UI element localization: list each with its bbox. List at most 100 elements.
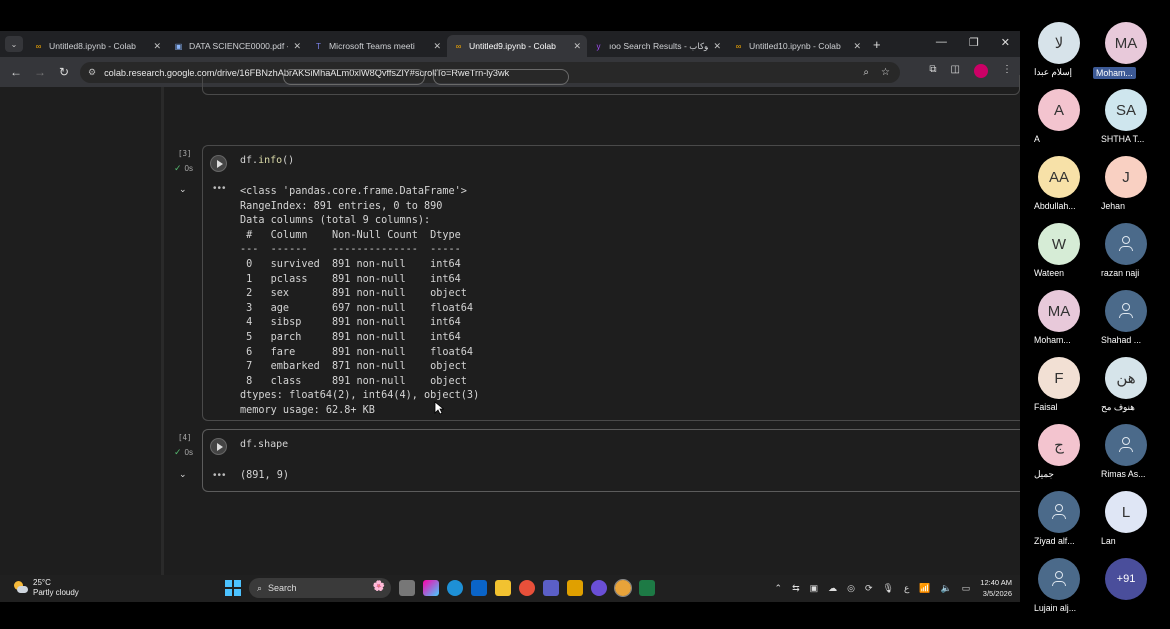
language-indicator[interactable]: ع — [904, 583, 909, 594]
app-icon[interactable] — [591, 580, 607, 596]
weather-desc: Partly cloudy — [33, 588, 79, 597]
teams-icon: T — [316, 41, 321, 51]
file-explorer-icon[interactable] — [495, 580, 511, 596]
cell-code[interactable]: df.info() — [240, 155, 294, 166]
minimize-icon[interactable]: — — [936, 36, 947, 49]
view-recommended-plots-button[interactable] — [433, 69, 569, 85]
browser-tab[interactable]: T Microsoft Teams meeti ✕ — [307, 35, 447, 57]
browser-tab[interactable]: ∞ Untitled10.ipynb - Colab ✕ — [727, 35, 867, 57]
restore-icon[interactable]: ❐ — [969, 36, 979, 49]
participant-tile[interactable]: لا إسلام عبدا — [1024, 22, 1094, 78]
run-cell-button[interactable] — [210, 155, 227, 172]
participant-name: Rimas As... — [1101, 469, 1146, 479]
outlook-icon[interactable] — [471, 580, 487, 596]
edge-icon[interactable] — [447, 580, 463, 596]
avatar: AA — [1038, 156, 1080, 198]
participant-tile[interactable]: ج جميل — [1024, 424, 1094, 480]
tray-app-icon[interactable]: ⟳ — [865, 583, 873, 594]
participant-name: Moham... — [1034, 335, 1071, 345]
participant-tile[interactable]: razan naji — [1091, 223, 1161, 278]
avatar: SA — [1105, 89, 1147, 131]
participant-tile[interactable]: MA Moham... — [1091, 22, 1161, 84]
task-view-icon[interactable] — [399, 580, 415, 596]
participant-name: SHTHA T... — [1101, 134, 1145, 144]
participant-tile[interactable]: AA — [1024, 89, 1094, 144]
close-tab-icon[interactable]: ✕ — [293, 41, 301, 52]
windows-taskbar: 25°C Partly cloudy ⌕ Search 🌸 ⌃ ⇆ ▣ ☁ ◎ … — [0, 575, 1020, 602]
chevron-down-icon[interactable]: ⌄ — [179, 184, 187, 195]
tab-search-button[interactable]: ⌄ — [5, 36, 23, 52]
windows-start-icon[interactable] — [225, 580, 241, 596]
participant-tile[interactable]: AA Abdullah... — [1024, 156, 1094, 211]
tray-app-icon[interactable]: ▣ — [810, 583, 819, 594]
weather-widget[interactable]: 25°C Partly cloudy — [12, 578, 79, 598]
participant-tile[interactable]: Shahad ... — [1091, 290, 1161, 345]
browser-tab[interactable]: ▣ DATA SCIENCE0000.pdf - C ✕ — [167, 35, 307, 57]
participant-name: هنوف مح — [1101, 402, 1135, 412]
browser-tab[interactable]: ∞ Untitled9.ipynb - Colab ✕ — [447, 35, 587, 57]
avatar — [1038, 558, 1080, 600]
participant-tile[interactable]: Ziyad alf... — [1024, 491, 1094, 546]
microphone-icon[interactable]: 🎙 — [883, 583, 894, 594]
close-tab-icon[interactable]: ✕ — [573, 41, 581, 52]
participant-tile[interactable]: Lujain alj... — [1024, 558, 1094, 613]
copilot-icon[interactable] — [423, 580, 439, 596]
excel-icon[interactable] — [639, 580, 655, 596]
close-tab-icon[interactable]: ✕ — [153, 41, 161, 52]
participant-name: Faisal — [1034, 402, 1058, 412]
generate-code-button[interactable] — [283, 69, 425, 85]
pdf-icon: ▣ — [174, 41, 183, 51]
site-info-icon[interactable]: ⚙ — [88, 67, 96, 78]
new-tab-button[interactable]: + — [873, 37, 881, 52]
window-controls: — ❐ ✕ — [936, 36, 1010, 49]
power-bi-icon[interactable] — [567, 580, 583, 596]
back-icon[interactable]: ← — [4, 65, 28, 79]
colab-icon: ∞ — [35, 41, 42, 51]
participant-tile[interactable]: هن هنوف مح — [1091, 357, 1161, 413]
participant-tile[interactable]: L Lan — [1091, 491, 1161, 546]
exec-time-text: 0s — [184, 164, 193, 173]
run-cell-button[interactable] — [210, 438, 227, 455]
search-placeholder: Search — [268, 583, 297, 593]
close-tab-icon[interactable]: ✕ — [433, 41, 441, 52]
browser-tab[interactable]: ∞ Untitled8.ipynb - Colab ✕ — [27, 35, 167, 57]
participant-tile[interactable]: +91 — [1091, 558, 1161, 600]
avatar-initials: هن — [1116, 370, 1136, 387]
chevron-up-icon[interactable]: ⌃ — [775, 583, 783, 594]
avatar-initials: A — [1053, 101, 1064, 119]
output-actions-icon[interactable]: ••• — [213, 470, 227, 481]
participant-tile[interactable]: SA SHTHA T... — [1091, 89, 1161, 144]
avatar-initials: J — [1122, 168, 1130, 186]
teams-icon[interactable] — [543, 580, 559, 596]
taskbar-search[interactable]: ⌕ Search 🌸 — [249, 578, 391, 598]
code-cell-shape[interactable] — [202, 429, 1020, 492]
tray-app-icon[interactable]: ⇆ — [792, 583, 800, 594]
clock-date: 3/5/2026 — [982, 589, 1012, 598]
participant-tile[interactable]: W Wateen — [1024, 223, 1094, 278]
browser-tab[interactable]: y ıoo Search Results - كوكاب ✕ — [587, 35, 727, 57]
close-tab-icon[interactable]: ✕ — [853, 41, 861, 52]
participant-tile[interactable]: MA Moham... — [1024, 290, 1094, 345]
chrome-icon[interactable] — [614, 579, 632, 597]
person-icon — [1118, 235, 1134, 253]
app-icon[interactable] — [519, 580, 535, 596]
wifi-icon[interactable]: 📶 — [919, 583, 930, 594]
clock[interactable]: 12:40 AM 3/5/2026 — [980, 577, 1012, 599]
participant-tile[interactable]: J Jehan — [1091, 156, 1161, 211]
forward-icon[interactable]: → — [28, 65, 52, 79]
tray-app-icon[interactable]: ◎ — [847, 583, 855, 594]
output-actions-icon[interactable]: ••• — [213, 183, 227, 194]
tab-label: Untitled10.ipynb - Colab — [749, 41, 841, 51]
cell-output: (891, 9) — [240, 470, 290, 481]
chevron-down-icon[interactable]: ⌄ — [179, 469, 187, 480]
participant-tile[interactable]: F Faisal — [1024, 357, 1094, 412]
tab-strip: ⌄ ∞ Untitled8.ipynb - Colab ✕ ▣ DATA SCIENCE… — [0, 31, 1020, 57]
participant-tile[interactable]: Rimas As... — [1091, 424, 1161, 479]
close-window-icon[interactable]: ✕ — [1001, 36, 1010, 49]
reload-icon[interactable]: ↻ — [52, 65, 76, 79]
tray-app-icon[interactable]: ☁ — [828, 583, 837, 594]
battery-icon[interactable]: ▭ — [962, 583, 971, 594]
volume-icon[interactable]: 🔈 — [941, 583, 952, 594]
cell-code[interactable]: df.shape — [240, 439, 288, 450]
close-tab-icon[interactable]: ✕ — [713, 41, 721, 52]
